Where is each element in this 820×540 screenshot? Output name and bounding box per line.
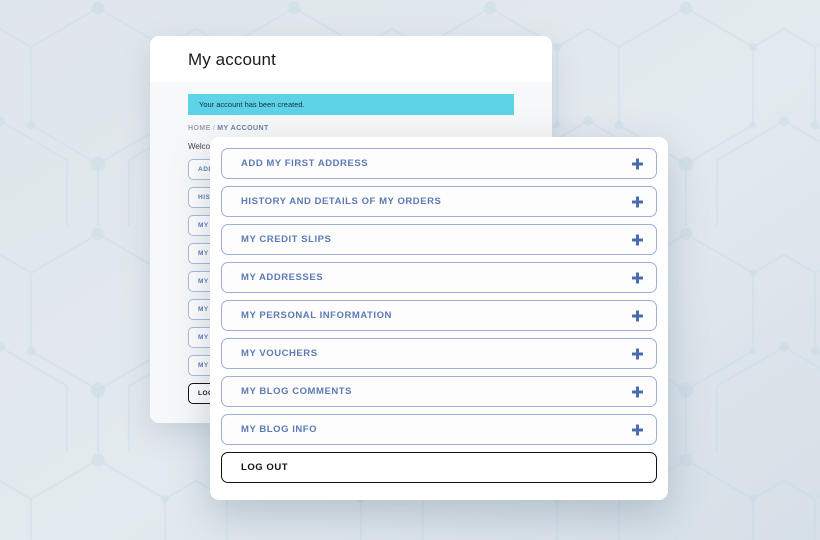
account-link-label: MY ADDRESSES	[241, 272, 323, 283]
account-link-label: HISTORY AND DETAILS OF MY ORDERS	[241, 196, 441, 207]
plus-icon[interactable]	[632, 234, 643, 245]
success-alert-text: Your account has been created.	[199, 100, 305, 109]
breadcrumb-home-link[interactable]: HOME	[188, 125, 211, 132]
breadcrumb-current: MY ACCOUNT	[217, 125, 269, 132]
plus-icon[interactable]	[632, 386, 643, 397]
plus-icon[interactable]	[632, 348, 643, 359]
account-link-label: LOG OUT	[241, 462, 288, 473]
account-link-my-blog-info[interactable]: MY BLOG INFO	[221, 414, 657, 445]
account-link-label: MY CREDIT SLIPS	[241, 234, 331, 245]
plus-icon[interactable]	[632, 158, 643, 169]
account-link-label: MY BLOG INFO	[241, 424, 317, 435]
breadcrumb: HOME/MY ACCOUNT	[188, 125, 514, 132]
account-link-label: MY PERSONAL INFORMATION	[241, 310, 392, 321]
success-alert-banner: Your account has been created.	[188, 94, 514, 115]
plus-icon[interactable]	[632, 424, 643, 435]
account-link-label: ADD MY FIRST ADDRESS	[241, 158, 368, 169]
plus-icon[interactable]	[632, 196, 643, 207]
logout-button[interactable]: LOG OUT	[221, 452, 657, 483]
plus-icon[interactable]	[632, 272, 643, 283]
account-links-panel: ADD MY FIRST ADDRESS HISTORY AND DETAILS …	[210, 137, 668, 500]
plus-icon[interactable]	[632, 310, 643, 321]
page-title: My account	[188, 50, 514, 70]
screen-root: My account Your account has been created…	[0, 0, 820, 540]
account-link-my-blog-comments[interactable]: MY BLOG COMMENTS	[221, 376, 657, 407]
page-card-header: My account	[150, 36, 552, 82]
account-link-history-and-details-of-my-orders[interactable]: HISTORY AND DETAILS OF MY ORDERS	[221, 186, 657, 217]
account-link-my-credit-slips[interactable]: MY CREDIT SLIPS	[221, 224, 657, 255]
account-link-label: MY VOUCHERS	[241, 348, 318, 359]
account-link-my-vouchers[interactable]: MY VOUCHERS	[221, 338, 657, 369]
account-link-my-personal-information[interactable]: MY PERSONAL INFORMATION	[221, 300, 657, 331]
account-link-my-addresses[interactable]: MY ADDRESSES	[221, 262, 657, 293]
account-link-label: MY BLOG COMMENTS	[241, 386, 352, 397]
account-link-add-my-first-address[interactable]: ADD MY FIRST ADDRESS	[221, 148, 657, 179]
account-link-list: ADD MY FIRST ADDRESS HISTORY AND DETAILS …	[221, 148, 657, 483]
